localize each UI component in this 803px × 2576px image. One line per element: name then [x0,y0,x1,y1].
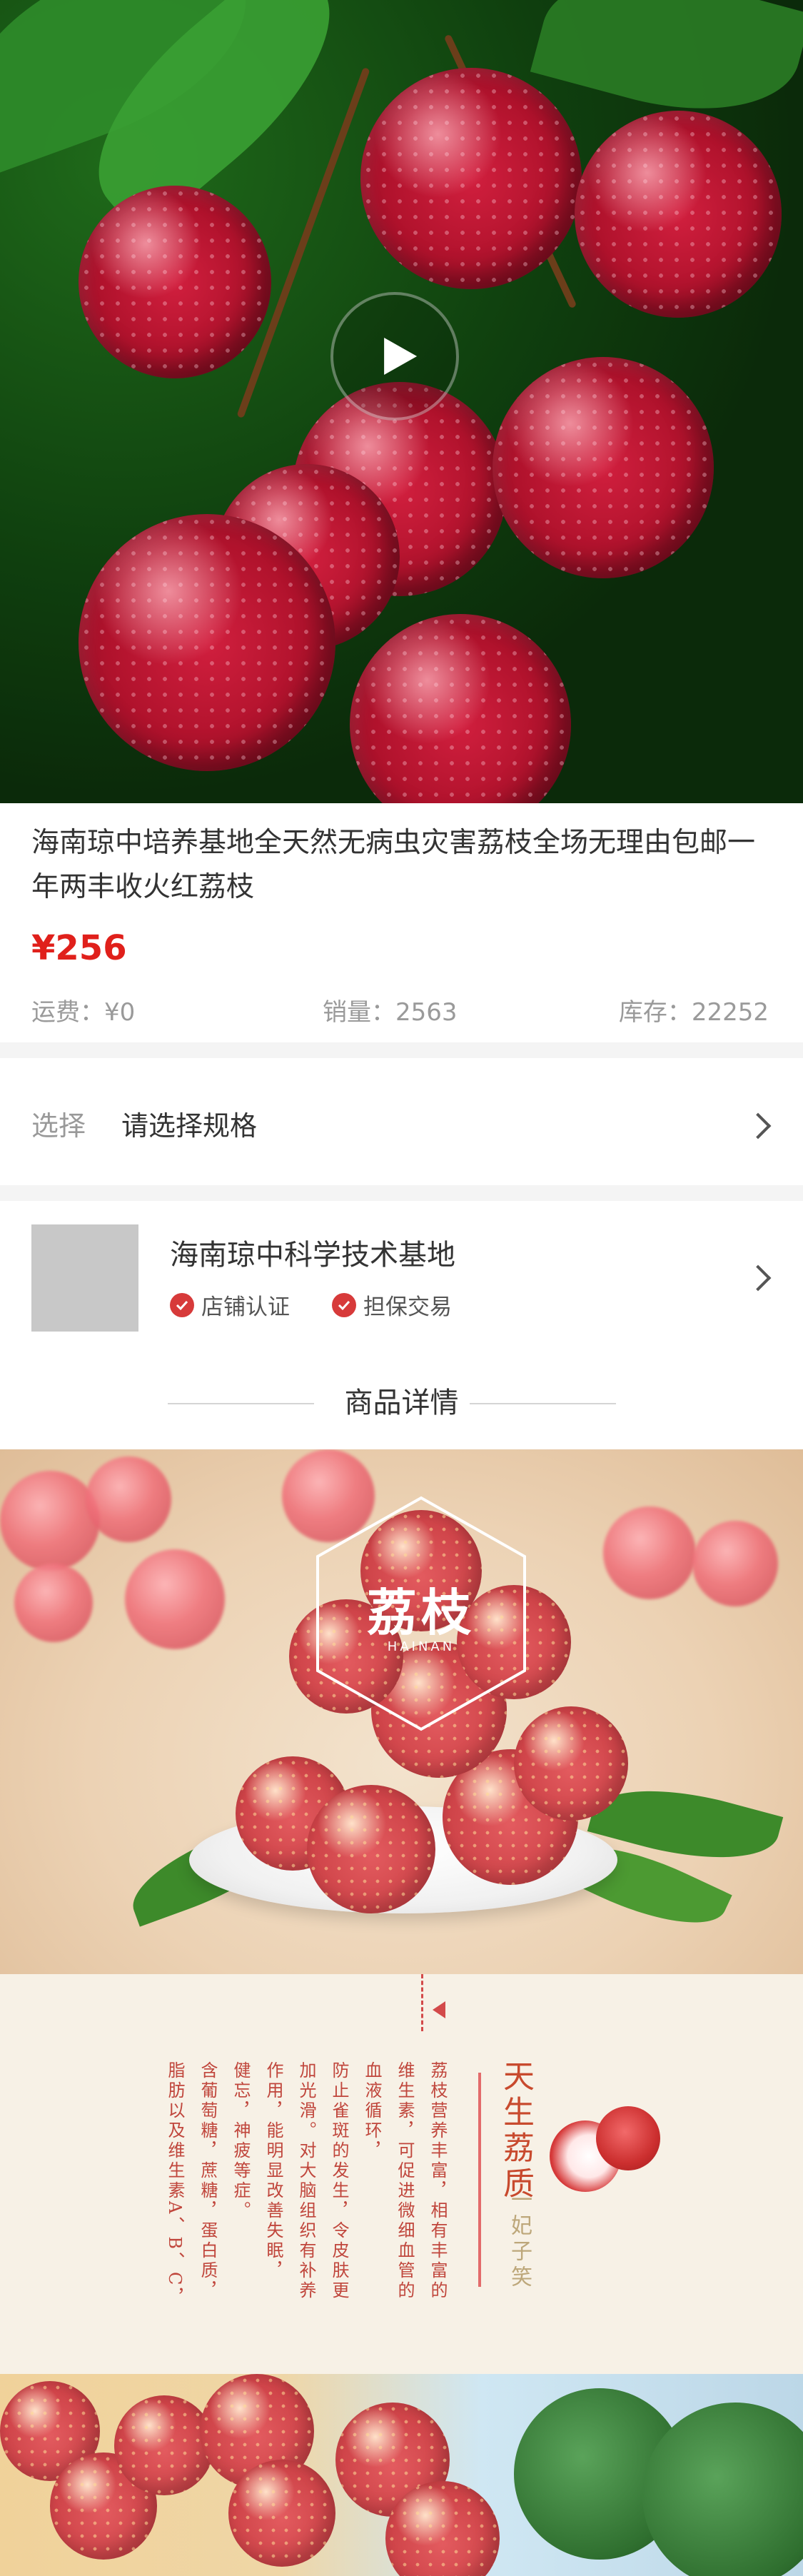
lychee-fruit [79,186,271,378]
lychee-fruit [360,68,582,289]
product-page: { "product": { "title": "海南琼中培养基地全天然无病虫灾… [0,0,803,2576]
sales-count: 销量：2563 [323,998,458,1027]
lychee-fruit [228,2460,335,2567]
lychee-fruit [307,1785,435,1913]
lychee-bg [692,1521,778,1606]
detail-text-panel: 天生荔质 一妃子笑 荔枝营养丰富，相有丰富的 维生素，可促进微细血管的 血液循环… [0,1974,803,2374]
peeled-lychee-image [550,2106,660,2192]
details-title: 商品详情 [344,1387,459,1419]
lychee-fruit [114,2395,214,2495]
stock-count: 库存：22252 [618,998,769,1027]
poem-column: 荔枝营养丰富，相有丰富的 [428,2061,448,2301]
lychee-fruit [350,614,571,803]
poem-title: 天生荔质 [498,2060,534,2203]
lychee-fruit [575,111,782,318]
lychee-bg [603,1506,696,1599]
check-circle-icon [332,1292,356,1317]
poem-subtitle: 一妃子笑 [507,2188,532,2291]
lychee-bg [14,1564,93,1642]
lychee-fruit [79,514,335,771]
poem-column: 防止雀斑的发生，令皮肤更 [329,2061,349,2301]
badge-label: 担保交易 [363,1294,452,1320]
dashed-line [421,1974,423,2031]
poem-column: 维生素，可促进微细血管的 [395,2061,415,2301]
shop-certified-badge: 店铺认证 [170,1289,290,1321]
spec-selector-row[interactable]: 选择 请选择规格 [0,1090,803,1162]
badge-label: 店铺认证 [201,1294,290,1320]
title-bar [478,2073,481,2287]
shop-avatar[interactable] [31,1224,138,1332]
chevron-right-icon [744,1112,772,1139]
product-title: 海南琼中培养基地全天然无病虫灾害荔枝全场无理由包邮一年两丰收火红荔枝 [31,827,756,903]
shipping-fee: 运费：¥0 [31,998,136,1027]
poem-column: 加光滑。对大脑组织有补养 [296,2061,316,2301]
spec-value: 请选择规格 [121,1110,258,1142]
logo-sub: HAINAN [387,1639,455,1654]
poem-column: 血液循环， [362,2061,382,2161]
section-divider [0,1042,803,1058]
lychee-bg [86,1456,171,1542]
lychee-fruit [493,357,714,578]
shop-name: 海南琼中科学技术基地 [170,1239,455,1272]
product-price: ¥256 [31,928,127,968]
chevron-right-icon [744,1264,772,1292]
section-divider [0,1185,803,1201]
logo-title: 荔枝 [367,1583,475,1642]
shop-row[interactable]: 海南琼中科学技术基地 店铺认证 担保交易 [0,1224,803,1332]
lychee-bg [125,1549,225,1649]
detail-image-3 [0,2374,803,2576]
arrow-left-icon [433,2001,445,2018]
lychee-fruit [596,2106,660,2170]
poem-column: 健忘，神疲等症。 [231,2061,251,2221]
lychee-bg [0,1471,100,1571]
spec-label: 选择 [31,1110,86,1142]
poem-column: 脂肪以及维生素A、B、C， [165,2061,185,2308]
logo-text: 荔枝 HAINAN [310,1492,532,1735]
brand-logo: 荔枝 HAINAN [310,1492,532,1735]
play-button[interactable] [330,292,459,421]
product-hero-image[interactable] [0,0,803,803]
guaranteed-trade-badge: 担保交易 [332,1289,452,1321]
poem-column: 含葡萄糖，蔗糖，蛋白质， [198,2061,218,2301]
play-icon [384,338,418,375]
check-circle-icon [170,1292,194,1317]
poem-column: 作用，能明显改善失眠， [263,2061,283,2281]
product-details-heading: 商品详情 [0,1382,803,1424]
